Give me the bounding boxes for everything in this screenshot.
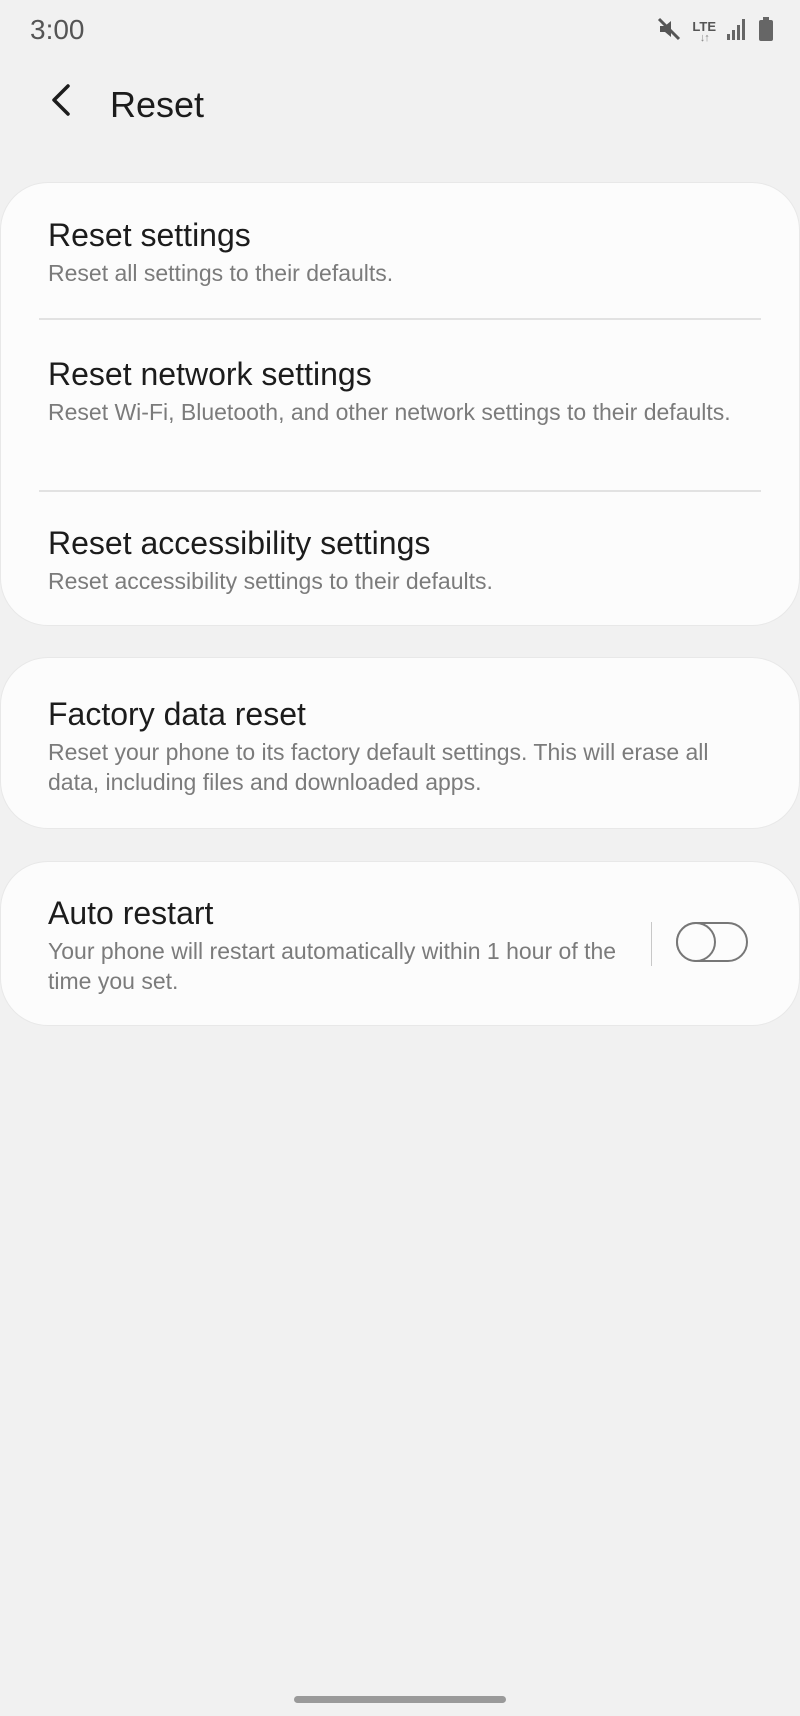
auto-restart-card: Auto restart Your phone will restart aut…: [0, 861, 800, 1026]
item-subtitle: Your phone will restart automatically wi…: [48, 938, 617, 994]
home-indicator[interactable]: [294, 1696, 506, 1703]
toggle-knob: [676, 922, 716, 962]
item-title: Reset settings: [48, 217, 251, 253]
divider: [39, 490, 761, 492]
item-title: Factory data reset: [48, 696, 306, 732]
battery-icon: [758, 16, 774, 47]
item-subtitle: Reset your phone to its factory default …: [48, 739, 709, 795]
item-subtitle: Reset accessibility settings to their de…: [48, 568, 493, 594]
lte-icon: LTE ↓↑: [692, 20, 716, 44]
lte-arrows: ↓↑: [699, 31, 710, 44]
status-time: 3:00: [30, 14, 85, 45]
back-button[interactable]: [38, 78, 86, 126]
status-bar: 3:00 LTE ↓↑: [0, 0, 800, 60]
app-bar: Reset: [0, 66, 800, 146]
item-title: Reset network settings: [48, 356, 372, 392]
factory-reset-card: Factory data reset Reset your phone to i…: [0, 657, 800, 829]
factory-data-reset-item[interactable]: Factory data reset Reset your phone to i…: [1, 694, 800, 797]
mute-icon: [656, 16, 682, 47]
item-title: Reset accessibility settings: [48, 525, 431, 561]
signal-icon: [726, 17, 748, 46]
status-icons: LTE ↓↑: [656, 16, 774, 47]
toggle-separator: [651, 922, 652, 966]
divider: [39, 318, 761, 320]
item-subtitle: Reset Wi-Fi, Bluetooth, and other networ…: [48, 399, 731, 425]
reset-settings-item[interactable]: Reset settings Reset all settings to the…: [1, 215, 800, 288]
reset-options-card: Reset settings Reset all settings to the…: [0, 182, 800, 626]
item-title: Auto restart: [48, 895, 214, 931]
lte-label: LTE: [692, 18, 716, 34]
page-title: Reset: [110, 84, 205, 125]
reset-accessibility-settings-item[interactable]: Reset accessibility settings Reset acces…: [1, 523, 800, 596]
item-subtitle: Reset all settings to their defaults.: [48, 260, 394, 286]
chevron-left-icon: [48, 82, 76, 123]
auto-restart-toggle[interactable]: [676, 922, 748, 962]
reset-network-settings-item[interactable]: Reset network settings Reset Wi-Fi, Blue…: [1, 354, 800, 427]
